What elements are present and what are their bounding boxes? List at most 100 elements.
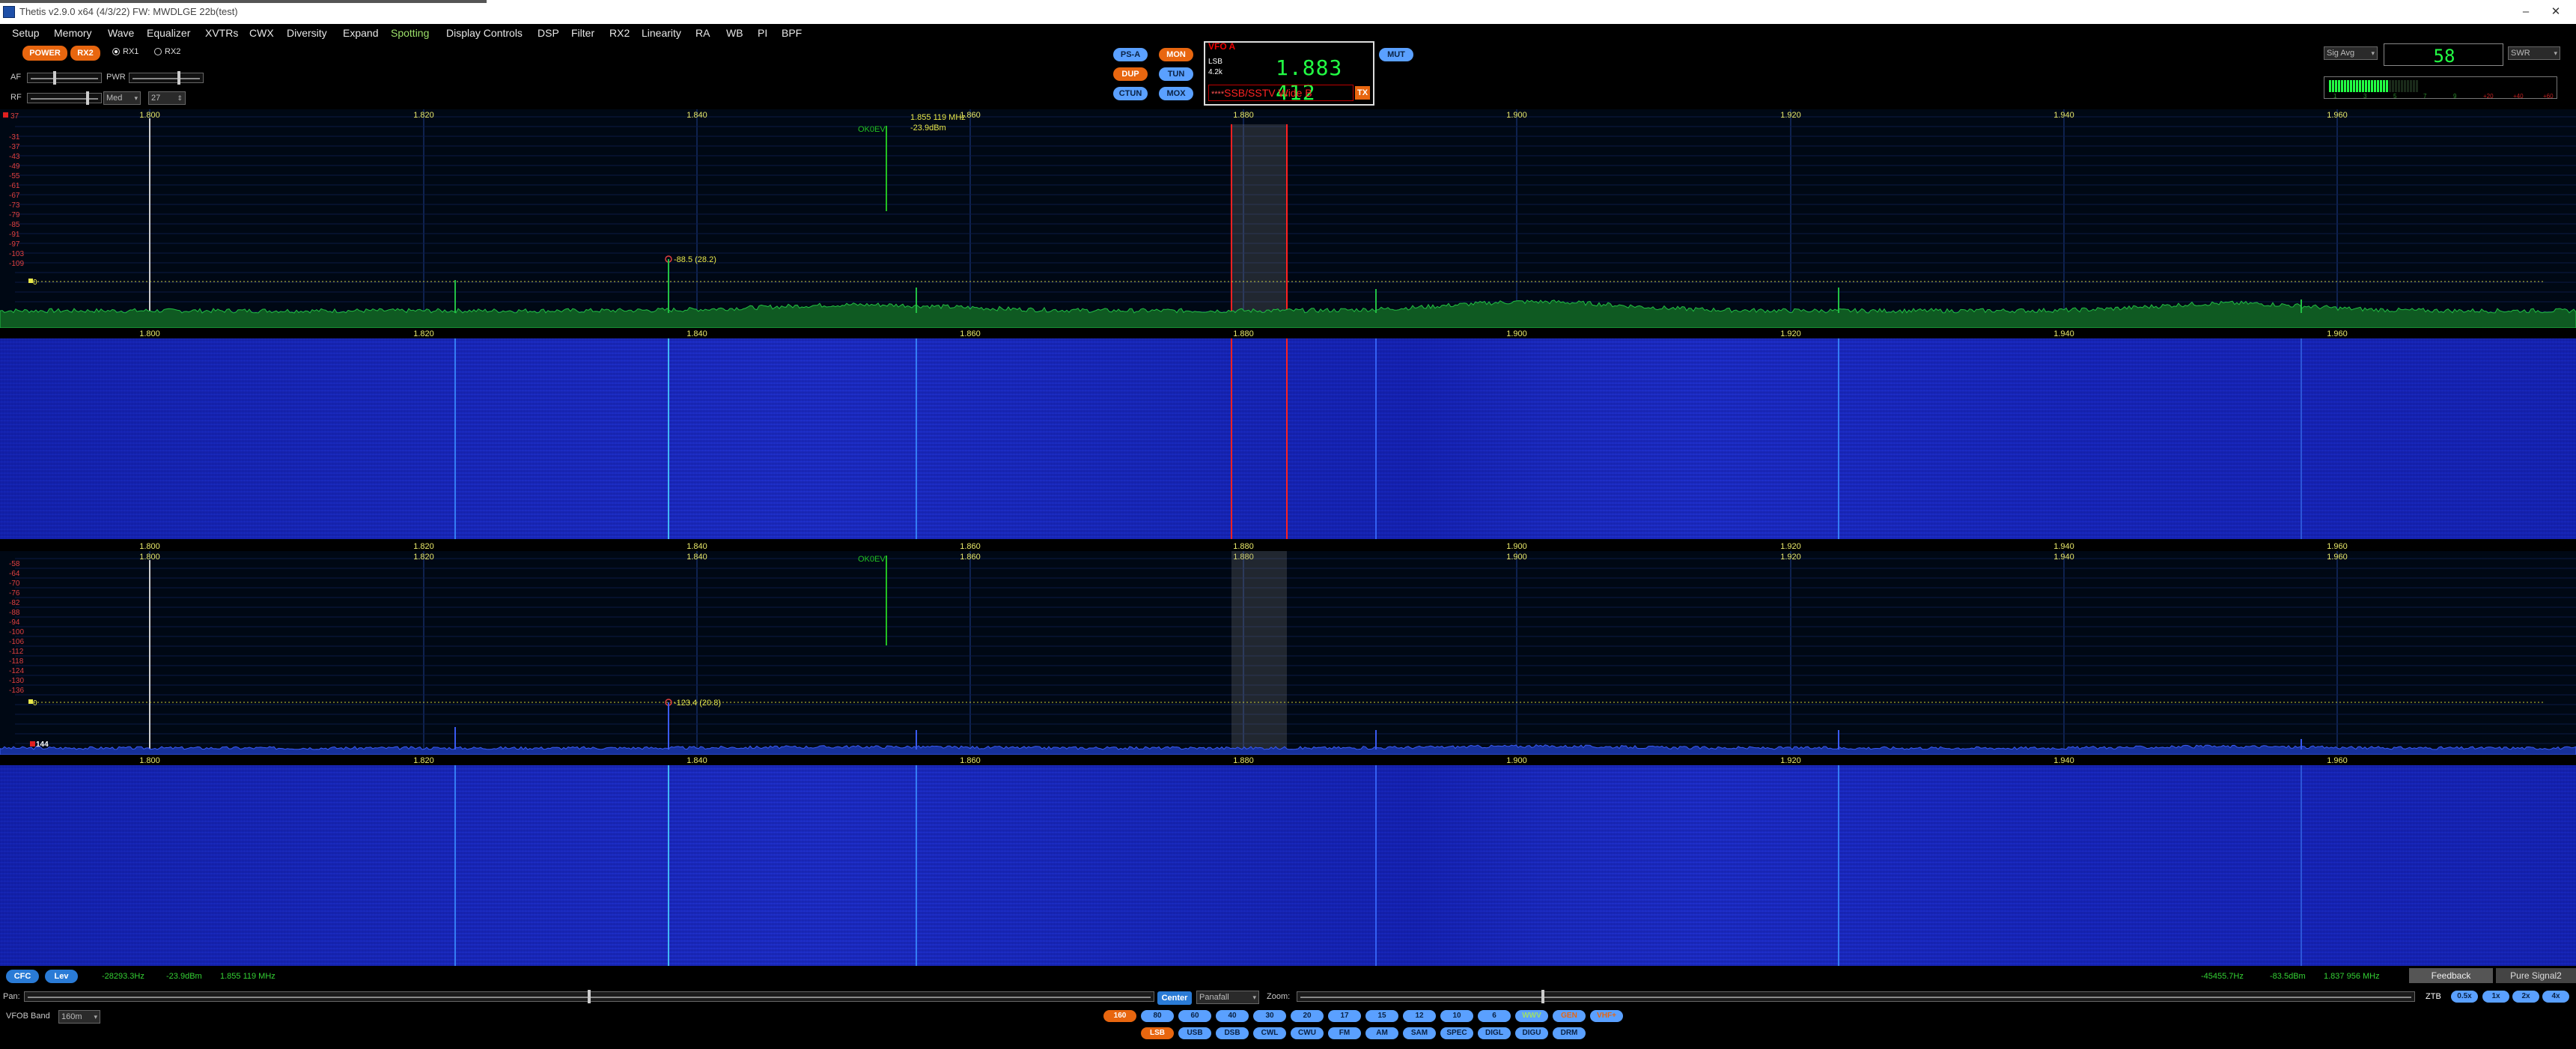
freq-tick-label: 1.840 (686, 756, 707, 765)
mode-digu-button[interactable]: DIGU (1515, 1027, 1548, 1039)
zoom-0-5x-button[interactable]: 0.5x (2451, 991, 2478, 1003)
menu-pi[interactable]: PI (758, 27, 767, 39)
display-mode-select[interactable]: Panafall ▾ (1196, 991, 1259, 1004)
tun-button[interactable]: TUN (1159, 67, 1193, 81)
menu-display-controls[interactable]: Display Controls (446, 27, 523, 39)
menu-bpf[interactable]: BPF (782, 27, 802, 39)
menu-setup[interactable]: Setup (12, 27, 40, 39)
meter-segment (2404, 80, 2406, 92)
rf-slider[interactable] (27, 91, 102, 105)
mode-lsb-button[interactable]: LSB (1141, 1027, 1174, 1039)
ctun-button[interactable]: CTUN (1113, 87, 1148, 100)
pan-label: Pan: (3, 992, 20, 1001)
zoom-1x-button[interactable]: 1x (2482, 991, 2509, 1003)
band-15-button[interactable]: 15 (1365, 1010, 1398, 1022)
db-tick-label: -70 (9, 580, 20, 588)
agc-select[interactable]: Med ▾ (103, 91, 141, 105)
menu-equalizer[interactable]: Equalizer (147, 27, 190, 39)
zoom-2x-button[interactable]: 2x (2512, 991, 2539, 1003)
cfc-button[interactable]: CFC (6, 970, 39, 983)
feedback-button[interactable]: Feedback (2409, 968, 2493, 983)
freq-tick-label: 1.940 (2053, 111, 2074, 120)
band-20-button[interactable]: 20 (1291, 1010, 1324, 1022)
rx1-radio[interactable]: RX1 (112, 47, 138, 56)
band-80-button[interactable]: 80 (1141, 1010, 1174, 1022)
menu-spotting[interactable]: Spotting (391, 27, 429, 39)
rx1-waterfall[interactable] (0, 338, 2576, 539)
menu-rx2[interactable]: RX2 (609, 27, 630, 39)
center-button[interactable]: Center (1157, 991, 1192, 1005)
pan-slider[interactable] (24, 990, 1154, 1003)
band-30-button[interactable]: 30 (1253, 1010, 1286, 1022)
band-10-button[interactable]: 10 (1440, 1010, 1473, 1022)
close-button[interactable]: ✕ (2541, 4, 2571, 19)
freq-tick-label: 1.800 (139, 756, 160, 765)
rx2-waterfall-svg (454, 765, 2302, 966)
band-6-button[interactable]: 6 (1478, 1010, 1511, 1022)
mode-drm-button[interactable]: DRM (1553, 1027, 1586, 1039)
meter-mode-select[interactable]: Sig Avg ▾ (2324, 46, 2378, 60)
rx1-waterfall-svg (454, 338, 2302, 539)
mode-am-button[interactable]: AM (1365, 1027, 1398, 1039)
meter-segment (2353, 80, 2355, 92)
rx2-radio[interactable]: RX2 (154, 47, 180, 56)
menu-dsp[interactable]: DSP (538, 27, 559, 39)
af-slider[interactable] (27, 71, 102, 85)
band-40-button[interactable]: 40 (1216, 1010, 1249, 1022)
rx1-panadapter[interactable]: 1.800 1.820 1.840 1.860 1.880 1.900 1.920 1.940… (0, 109, 2576, 328)
band-60-button[interactable]: 60 (1178, 1010, 1211, 1022)
psa-button[interactable]: PS-A (1113, 48, 1148, 61)
mode-fm-button[interactable]: FM (1328, 1027, 1361, 1039)
tx-meter-select[interactable]: SWR ▾ (2508, 46, 2560, 60)
menu-diversity[interactable]: Diversity (287, 27, 327, 39)
meter-scale-label: 1 (2333, 93, 2337, 100)
meter-scale-label: 3 (2363, 93, 2367, 100)
meter-segment (2332, 80, 2334, 92)
band-17-button[interactable]: 17 (1328, 1010, 1361, 1022)
mode-cwl-button[interactable]: CWL (1253, 1027, 1286, 1039)
pwr-slider[interactable] (129, 71, 204, 85)
mode-cwu-button[interactable]: CWU (1291, 1027, 1324, 1039)
lev-button[interactable]: Lev (45, 970, 78, 983)
band-12-button[interactable]: 12 (1403, 1010, 1436, 1022)
menu-wb[interactable]: WB (726, 27, 743, 39)
mode-sam-button[interactable]: SAM (1403, 1027, 1436, 1039)
meter-segment (2335, 80, 2337, 92)
mode-dsb-button[interactable]: DSB (1216, 1027, 1249, 1039)
mon-button[interactable]: MON (1159, 48, 1193, 61)
vfo-tx-indicator[interactable]: TX (1355, 86, 1370, 100)
pure-signal-button[interactable]: Pure Signal2 (2496, 968, 2576, 983)
zoom-slider[interactable] (1297, 990, 2415, 1003)
agc-value-stepper[interactable]: 27 ⇕ (148, 91, 186, 105)
band-wwv-button[interactable]: WWV (1515, 1010, 1548, 1022)
mode-usb-button[interactable]: USB (1178, 1027, 1211, 1039)
rx2-button[interactable]: RX2 (70, 46, 100, 61)
rx2-waterfall[interactable] (0, 765, 2576, 966)
zoom-label: Zoom: (1267, 992, 1291, 1001)
mode-spec-button[interactable]: SPEC (1440, 1027, 1473, 1039)
zoom-4x-button[interactable]: 4x (2542, 991, 2569, 1003)
menu-ra[interactable]: RA (695, 27, 710, 39)
band-vhf-button[interactable]: VHF+ (1590, 1010, 1623, 1022)
restore-button[interactable] (2509, 4, 2539, 19)
vfob-band-select[interactable]: 160m ▾ (58, 1010, 100, 1024)
band-gen-button[interactable]: GEN (1553, 1010, 1586, 1022)
rx2-panadapter[interactable]: 1.8001.8201.8401.8601.8801.9001.9201.940… (0, 551, 2576, 755)
freq-tick-label: 1.880 (1233, 329, 1254, 338)
band-160-button[interactable]: 160 (1103, 1010, 1136, 1022)
mox-button[interactable]: MOX (1159, 87, 1193, 100)
meter-segment (2395, 80, 2397, 92)
power-button[interactable]: POWER (22, 46, 67, 61)
menu-linearity[interactable]: Linearity (642, 27, 681, 39)
dup-button[interactable]: DUP (1113, 67, 1148, 81)
menu-wave[interactable]: Wave (108, 27, 134, 39)
menu-filter[interactable]: Filter (571, 27, 594, 39)
menu-expand[interactable]: Expand (343, 27, 378, 39)
mut-button[interactable]: MUT (1379, 48, 1413, 61)
rx2-freq-ruler: 1.800 1.820 1.840 1.860 1.880 1.900 1.920 1.940… (139, 756, 2348, 765)
menu-memory[interactable]: Memory (54, 27, 92, 39)
menu-cwx[interactable]: CWX (249, 27, 274, 39)
menu-xvtrs[interactable]: XVTRs (205, 27, 238, 39)
freq-tick-label: 1.880 (1233, 756, 1254, 765)
mode-digl-button[interactable]: DIGL (1478, 1027, 1511, 1039)
